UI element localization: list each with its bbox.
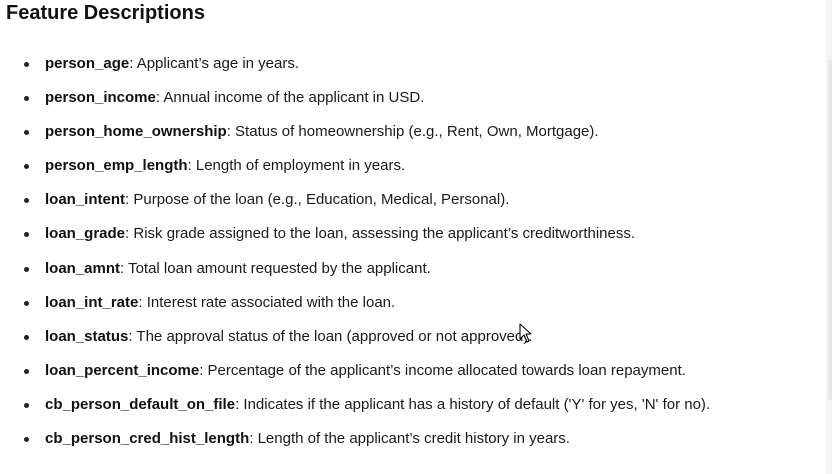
feature-description: : Length of employment in years. — [187, 157, 406, 175]
bullet-icon — [24, 232, 29, 238]
feature-item-loan-amnt: loan_amnt: Total loan amount requested b… — [0, 254, 820, 288]
bullet-icon — [24, 130, 29, 136]
feature-term: person_home_ownership — [45, 123, 227, 141]
feature-term: cb_person_cred_hist_length — [45, 430, 250, 448]
bullet-icon — [24, 164, 29, 170]
bullet-icon — [24, 266, 29, 272]
feature-item-person-home-ownership: person_home_ownership: Status of homeown… — [0, 117, 820, 151]
feature-term: person_income — [45, 89, 156, 107]
feature-term: person_age — [45, 55, 130, 72]
feature-descriptions-page: Feature Descriptions person_age: Applica… — [0, 0, 832, 474]
feature-description: : Interest rate associated with the loan… — [138, 293, 396, 311]
vertical-scrollbar[interactable] — [826, 0, 832, 474]
feature-item-person-age: person_age: Applicant’s age in years. — [0, 49, 820, 83]
feature-description: : Annual income of the applicant in USD. — [155, 89, 425, 107]
feature-list: person_age: Applicant’s age in years. pe… — [0, 49, 820, 458]
feature-term: cb_person_default_on_file — [45, 395, 236, 413]
feature-term: loan_amnt — [45, 259, 121, 277]
feature-description: : Total loan amount requested by the app… — [120, 259, 431, 277]
page-title: Feature Descriptions — [6, 2, 205, 24]
feature-term: loan_int_rate — [45, 293, 139, 311]
bullet-icon — [24, 402, 29, 408]
feature-description: : Status of homeownership (e.g., Rent, O… — [226, 123, 599, 141]
feature-item-person-income: person_income: Annual income of the appl… — [0, 83, 820, 117]
feature-item-loan-grade: loan_grade: Risk grade assigned to the l… — [0, 219, 820, 253]
feature-description: : Purpose of the loan (e.g., Education, … — [125, 191, 510, 209]
feature-description: : The approval status of the loan (appro… — [128, 327, 533, 345]
bullet-icon — [24, 334, 29, 340]
bullet-icon — [24, 300, 29, 306]
feature-term: loan_grade — [45, 225, 126, 243]
feature-description: : Length of the applicant’s credit histo… — [249, 430, 570, 448]
bullet-icon — [24, 368, 29, 374]
feature-term: loan_status — [45, 327, 129, 345]
bullet-icon — [24, 62, 29, 67]
feature-description: : Percentage of the applicant’s income a… — [199, 361, 686, 379]
bullet-icon — [24, 437, 29, 443]
bullet-icon — [24, 198, 29, 204]
scrollbar-thumb[interactable] — [828, 60, 832, 400]
bullet-icon — [24, 96, 29, 102]
feature-term: person_emp_length — [45, 157, 188, 175]
feature-item-loan-percent-income: loan_percent_income: Percentage of the a… — [0, 356, 820, 390]
feature-item-cb-person-default-on-file: cb_person_default_on_file: Indicates if … — [0, 390, 820, 424]
feature-item-loan-status: loan_status: The approval status of the … — [0, 322, 820, 356]
feature-item-cb-person-cred-hist-length: cb_person_cred_hist_length: Length of th… — [0, 424, 820, 458]
feature-item-person-emp-length: person_emp_length: Length of employment … — [0, 151, 820, 185]
feature-term: loan_percent_income — [45, 361, 200, 379]
feature-description: : Risk grade assigned to the loan, asses… — [125, 225, 636, 243]
feature-description: : Applicant’s age in years. — [129, 55, 300, 72]
feature-description: : Indicates if the applicant has a histo… — [235, 395, 711, 413]
feature-item-loan-int-rate: loan_int_rate: Interest rate associated … — [0, 288, 820, 322]
feature-term: loan_intent — [45, 191, 126, 209]
feature-item-loan-intent: loan_intent: Purpose of the loan (e.g., … — [0, 185, 820, 219]
